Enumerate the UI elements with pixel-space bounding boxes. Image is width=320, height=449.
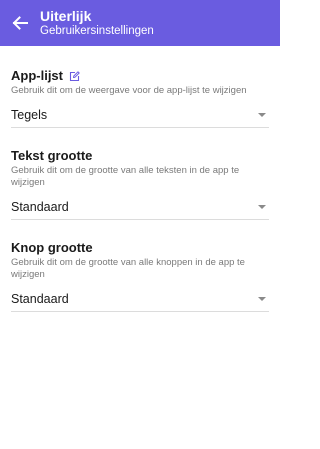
- setting-text-size: Tekst grootte Gebruik dit om de grootte …: [11, 148, 269, 220]
- chevron-down-icon: [258, 113, 266, 117]
- chevron-down-icon: [258, 297, 266, 301]
- back-button[interactable]: [2, 0, 38, 46]
- dropdown-value: Tegels: [11, 108, 48, 122]
- setting-title: Tekst grootte: [11, 148, 269, 164]
- setting-description: Gebruik dit om de grootte van alle tekst…: [11, 165, 240, 188]
- setting-description: Gebruik dit om de grootte van alle knopp…: [11, 257, 245, 280]
- text-size-dropdown[interactable]: Standaard: [11, 193, 269, 220]
- app-bar: Uiterlijk Gebruikersinstellingen: [0, 0, 280, 46]
- page-title: Uiterlijk: [40, 7, 92, 24]
- edit-icon[interactable]: [69, 70, 80, 82]
- arrow-left-icon: [11, 14, 29, 32]
- setting-title: App-lijst: [11, 68, 269, 84]
- setting-app-list: App-lijst Gebruik dit om de weergave voo…: [11, 68, 269, 128]
- setting-title-label: App-lijst: [11, 68, 63, 83]
- button-size-dropdown[interactable]: Standaard: [11, 285, 269, 312]
- setting-title-label: Knop grootte: [11, 240, 93, 255]
- setting-title-label: Tekst grootte: [11, 148, 93, 163]
- setting-description: Gebruik dit om de weergave voor de app-l…: [11, 85, 247, 96]
- page-subtitle: Gebruikersinstellingen: [40, 24, 154, 37]
- settings-list: App-lijst Gebruik dit om de weergave voo…: [0, 46, 280, 312]
- setting-title: Knop grootte: [11, 240, 269, 256]
- app-list-dropdown[interactable]: Tegels: [11, 101, 269, 128]
- chevron-down-icon: [258, 205, 266, 209]
- setting-button-size: Knop grootte Gebruik dit om de grootte v…: [11, 240, 269, 312]
- dropdown-value: Standaard: [11, 200, 69, 214]
- dropdown-value: Standaard: [11, 292, 69, 306]
- app-bar-titles: Uiterlijk Gebruikersinstellingen: [40, 8, 154, 39]
